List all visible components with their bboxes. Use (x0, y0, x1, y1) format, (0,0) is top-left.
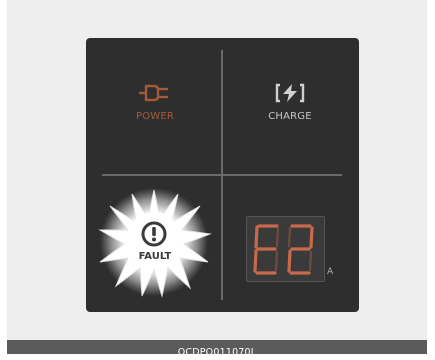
charge-label: CHARGE (268, 111, 312, 122)
illustration-frame: POWER CHARGE FAULT A OCDPQ011070L (0, 0, 435, 358)
digit-e (253, 224, 280, 275)
caption-bar: OCDPQ011070L (7, 340, 427, 358)
power-indicator: POWER (114, 82, 196, 122)
charger-status-panel: POWER CHARGE FAULT A (86, 38, 359, 312)
fault-indicator: FAULT (96, 184, 214, 302)
digit-2 (287, 224, 314, 275)
current-unit-label: A (327, 267, 334, 277)
charge-indicator: CHARGE (249, 82, 331, 122)
lightning-bracket-icon (275, 83, 305, 103)
current-display (246, 216, 325, 282)
image-code-caption: OCDPQ011070L (177, 347, 257, 358)
panel-divider-horizontal (102, 174, 342, 176)
power-label: POWER (135, 111, 175, 122)
fault-label: FAULT (138, 251, 172, 262)
plug-icon (139, 84, 168, 102)
seven-segment-readout (253, 224, 314, 275)
fault-glow-burst (98, 188, 212, 298)
